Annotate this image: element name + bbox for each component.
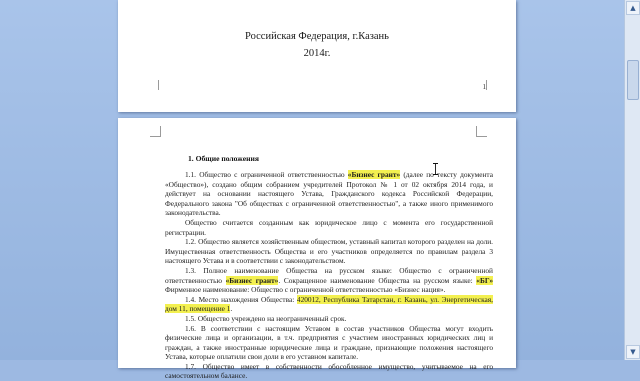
text-run: .	[443, 285, 446, 295]
scroll-up-arrow-icon[interactable]: ▲	[626, 1, 640, 15]
crop-mark	[486, 80, 497, 90]
paragraph-1-4: 1.4. Место нахождения Общества: 420012, …	[165, 294, 493, 314]
section-heading: 1. Общие положения	[188, 154, 259, 163]
scroll-down-arrow-icon[interactable]: ▼	[626, 345, 640, 359]
text-run: 1.1. Общество с ограниченной ответственн…	[185, 170, 348, 179]
year-line: 2014г.	[303, 48, 331, 59]
crop-mark	[148, 80, 159, 90]
text-cursor-icon	[433, 163, 438, 175]
scroll-thumb[interactable]	[627, 60, 639, 100]
text-run: 1.4. Место нахождения Общества:	[185, 294, 297, 304]
vertical-scrollbar[interactable]: ▲ ▼	[624, 0, 640, 360]
highlighted-short-name: «БГ»	[476, 275, 493, 285]
city-line: Российская Федерация, г.Казань	[245, 31, 389, 42]
title-page[interactable]: Российская Федерация, г.Казань 2014г. 1	[118, 0, 516, 112]
crop-mark	[150, 126, 161, 137]
crop-mark	[476, 126, 487, 137]
paragraph-1-5: 1.5. Общество учреждено на неограниченны…	[185, 313, 347, 323]
document-workspace: Российская Федерация, г.Казань 2014г. 1 …	[0, 0, 624, 380]
paragraph-1-7: 1.7. Общество имеет в собственности обос…	[165, 361, 493, 381]
highlighted-company-name: «Бизнес грант»	[225, 275, 279, 285]
paragraph-1-3: 1.3. Полное наименование Общества на рус…	[165, 266, 493, 295]
paragraph-1-1: 1.1. Общество с ограниченной ответственн…	[165, 170, 493, 218]
text-run: «Бизнес нация»	[394, 285, 444, 295]
text-run: .	[230, 304, 233, 314]
paragraph-1-6: 1.6. В соответствии с настоящим Уставом …	[165, 323, 493, 362]
page-number: 1	[482, 83, 487, 91]
paragraph-1-2: 1.2. Общество является хозяйственным общ…	[165, 237, 493, 266]
text-run: Фирменное наименование: Общество с огран…	[165, 285, 395, 295]
highlighted-company-name: «Бизнес грант»	[347, 170, 401, 179]
document-body[interactable]: 1.1. Общество с ограниченной ответственн…	[165, 170, 493, 381]
content-page[interactable]: 1. Общие положения 1.1. Общество с огран…	[118, 118, 516, 380]
paragraph-registration: Общество считается созданным как юридиче…	[165, 217, 493, 237]
text-run: . Сокращенное наименование Общества на р…	[278, 275, 477, 285]
